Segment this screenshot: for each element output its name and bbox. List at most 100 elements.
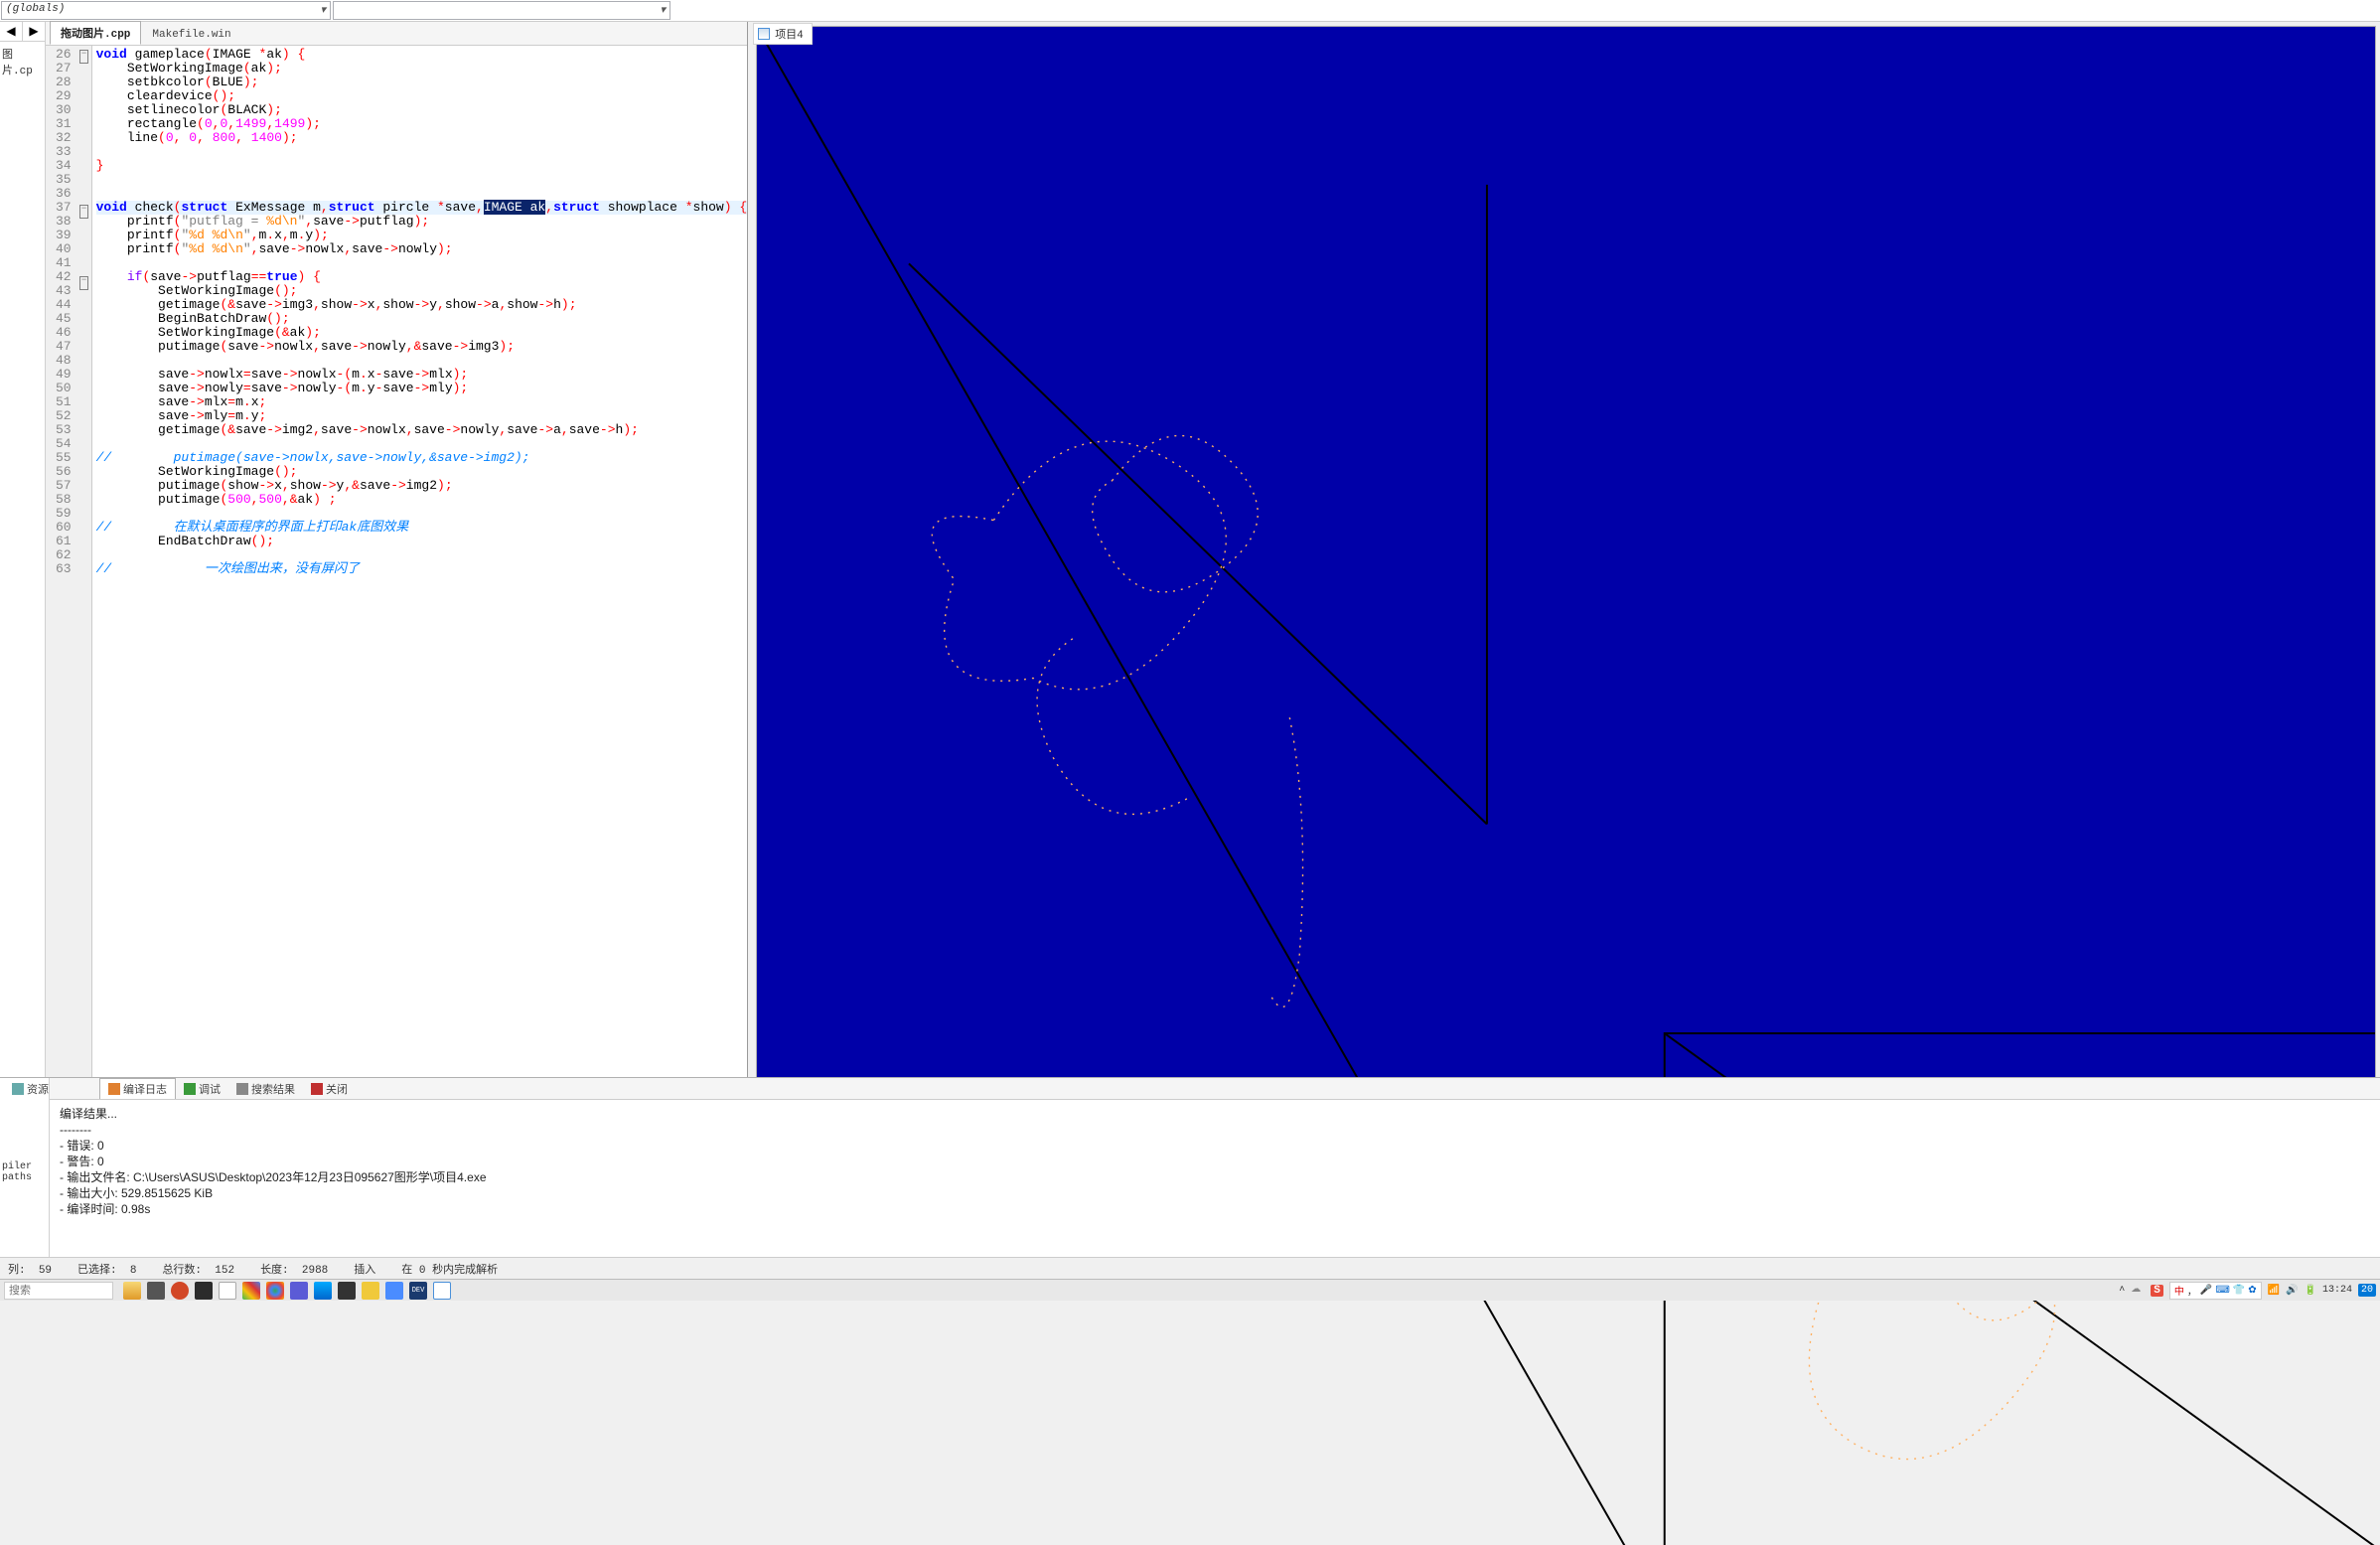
nav-back-button[interactable]: ◀ (0, 22, 23, 41)
code-line[interactable]: putimage(show->x,show->y,&save->img2); (96, 479, 748, 493)
taskbar-search-input[interactable] (4, 1282, 113, 1300)
explorer-icon[interactable] (362, 1282, 379, 1300)
code-line[interactable]: rectangle(0,0,1499,1499); (96, 117, 748, 131)
output-tab[interactable]: 关闭 (303, 1079, 356, 1099)
output-tab[interactable]: 调试 (176, 1079, 228, 1099)
code-line[interactable] (96, 145, 748, 159)
code-line[interactable]: cleardevice(); (96, 89, 748, 103)
code-line[interactable] (96, 354, 748, 368)
app-icon (758, 28, 770, 40)
ime-tray[interactable]: 中 ， 🎤 ⌨ 👕 ✿ (2169, 1282, 2262, 1300)
ime-keyboard-icon[interactable]: ⌨ (2215, 1285, 2229, 1297)
output-tabs: 资源编译日志调试搜索结果关闭 (50, 1078, 2380, 1100)
ime-brand-icon[interactable]: S (2151, 1285, 2163, 1297)
wifi-icon[interactable]: 📶 (2268, 1285, 2280, 1297)
fold-column[interactable]: −−− (77, 46, 91, 1258)
code-line[interactable] (96, 187, 748, 201)
code-line[interactable]: SetWorkingImage(ak); (96, 62, 748, 76)
editor-tabs: 拖动图片.cppMakefile.win (46, 22, 747, 46)
code-line[interactable]: save->mly=m.y; (96, 409, 748, 423)
code-line[interactable]: SetWorkingImage(&ak); (96, 326, 748, 340)
zoom-icon[interactable] (385, 1282, 403, 1300)
code-line[interactable]: // putimage(save->nowlx,save->nowly,&sav… (96, 451, 748, 465)
ime-punct-icon[interactable]: ， (2187, 1283, 2197, 1299)
compile-line: - 错误: 0 (60, 1138, 2370, 1154)
code-line[interactable]: if(save->putflag==true) { (96, 270, 748, 284)
close-icon (311, 1083, 323, 1095)
code-line[interactable]: getimage(&save->img2,save->nowlx,save->n… (96, 423, 748, 437)
battery-icon[interactable]: 🔋 (2305, 1285, 2316, 1297)
app-icon-3[interactable] (219, 1282, 236, 1300)
code-line[interactable]: line(0, 0, 800, 1400); (96, 131, 748, 145)
office-icon[interactable] (171, 1282, 189, 1300)
code-line[interactable]: printf("%d %d\n",save->nowlx,save->nowly… (96, 242, 748, 256)
code-line[interactable]: save->mlx=m.x; (96, 395, 748, 409)
status-selected: 已选择: 8 (77, 1261, 136, 1277)
database-icon (12, 1083, 24, 1095)
member-dropdown[interactable]: ▾ (333, 1, 670, 20)
code-line[interactable]: printf("putflag = %d\n",save->putflag); (96, 215, 748, 229)
compile-line: - 编译时间: 0.98s (60, 1201, 2370, 1217)
app-icon-5[interactable] (338, 1282, 356, 1300)
code-line[interactable]: } (96, 159, 748, 173)
code-line[interactable] (96, 173, 748, 187)
app-icon-1[interactable] (123, 1282, 141, 1300)
code-line[interactable]: SetWorkingImage(); (96, 284, 748, 298)
running-app-window[interactable]: 项目4 (756, 26, 2376, 1258)
code-line[interactable]: void gameplace(IMAGE *ak) { (96, 48, 748, 62)
chrome-icon[interactable] (266, 1282, 284, 1300)
code-line[interactable]: SetWorkingImage(); (96, 465, 748, 479)
code-line[interactable]: save->nowly=save->nowly-(m.y-save->mly); (96, 382, 748, 395)
editor-tab[interactable]: 拖动图片.cpp (50, 21, 141, 45)
running-app-taskbar-icon[interactable] (433, 1282, 451, 1300)
status-length: 长度: 2988 (260, 1261, 328, 1277)
tray-chevron-up-icon[interactable]: ˄ (2119, 1285, 2125, 1296)
code-line[interactable]: setlinecolor(BLACK); (96, 103, 748, 117)
onedrive-icon[interactable]: ☁ (2131, 1284, 2145, 1298)
output-tab-resources-left[interactable]: 资源 (4, 1079, 57, 1099)
code-line[interactable]: EndBatchDraw(); (96, 535, 748, 548)
devcpp-icon[interactable]: DEV (409, 1282, 427, 1300)
sidebar-file-tab[interactable]: 图片.cp (0, 42, 45, 81)
scope-dropdown[interactable]: (globals) ▾ (1, 1, 331, 20)
app-icon-4[interactable] (290, 1282, 308, 1300)
app-icon-2[interactable] (195, 1282, 213, 1300)
code-line[interactable]: printf("%d %d\n",m.x,m.y); (96, 229, 748, 242)
task-view-icon[interactable] (147, 1282, 165, 1300)
ime-mic-icon[interactable]: 🎤 (2200, 1285, 2212, 1297)
output-tab[interactable]: 搜索结果 (228, 1079, 303, 1099)
ime-shirt-icon[interactable]: 👕 (2233, 1285, 2245, 1297)
ime-lang[interactable]: 中 (2174, 1283, 2184, 1299)
app-titlebar[interactable]: 项目4 (753, 23, 813, 45)
editor-pane: 拖动图片.cppMakefile.win 2627282930313233343… (46, 22, 748, 1258)
code-line[interactable]: save->nowlx=save->nowlx-(m.x-save->mlx); (96, 368, 748, 382)
code-line[interactable]: getimage(&save->img3,show->x,show->y,sho… (96, 298, 748, 312)
code-line[interactable]: void check(struct ExMessage m,struct pir… (96, 201, 748, 215)
code-line[interactable]: setbkcolor(BLUE); (96, 76, 748, 89)
code-line[interactable]: putimage(save->nowlx,save->nowly,&save->… (96, 340, 748, 354)
editor-tab[interactable]: Makefile.win (141, 25, 241, 45)
code-line[interactable] (96, 548, 748, 562)
code-line[interactable]: // 在默认桌面程序的界面上打印ak底图效果 (96, 521, 748, 535)
code-body[interactable]: void gameplace(IMAGE *ak) { SetWorkingIm… (92, 46, 748, 1258)
taskbar[interactable]: DEV ˄ ☁ S 中 ， 🎤 ⌨ 👕 ✿ 📶 🔊 🔋 13:24 20 (0, 1279, 2380, 1301)
code-editor[interactable]: 2627282930313233343536373839404142434445… (46, 46, 747, 1258)
code-line[interactable] (96, 507, 748, 521)
taskbar-apps: DEV (123, 1282, 451, 1300)
photos-icon[interactable] (242, 1282, 260, 1300)
line-numbers: 2627282930313233343536373839404142434445… (46, 46, 77, 1258)
clock[interactable]: 13:24 (2322, 1285, 2352, 1296)
ime-tool-icon[interactable]: ✿ (2248, 1285, 2256, 1297)
code-line[interactable] (96, 256, 748, 270)
code-line[interactable] (96, 437, 748, 451)
code-line[interactable]: BeginBatchDraw(); (96, 312, 748, 326)
nav-forward-button[interactable]: ▶ (23, 22, 45, 41)
date-badge[interactable]: 20 (2358, 1284, 2376, 1297)
output-tab[interactable]: 编译日志 (99, 1078, 176, 1099)
volume-icon[interactable]: 🔊 (2286, 1285, 2298, 1297)
edge-icon[interactable] (314, 1282, 332, 1300)
code-line[interactable]: putimage(500,500,&ak) ; (96, 493, 748, 507)
compile-log[interactable]: 编译结果... -------- - 错误: 0- 警告: 0- 输出文件名: … (0, 1100, 2380, 1229)
scope-value: (globals) (6, 3, 65, 15)
code-line[interactable]: // 一次绘图出来，没有屏闪了 (96, 562, 748, 576)
